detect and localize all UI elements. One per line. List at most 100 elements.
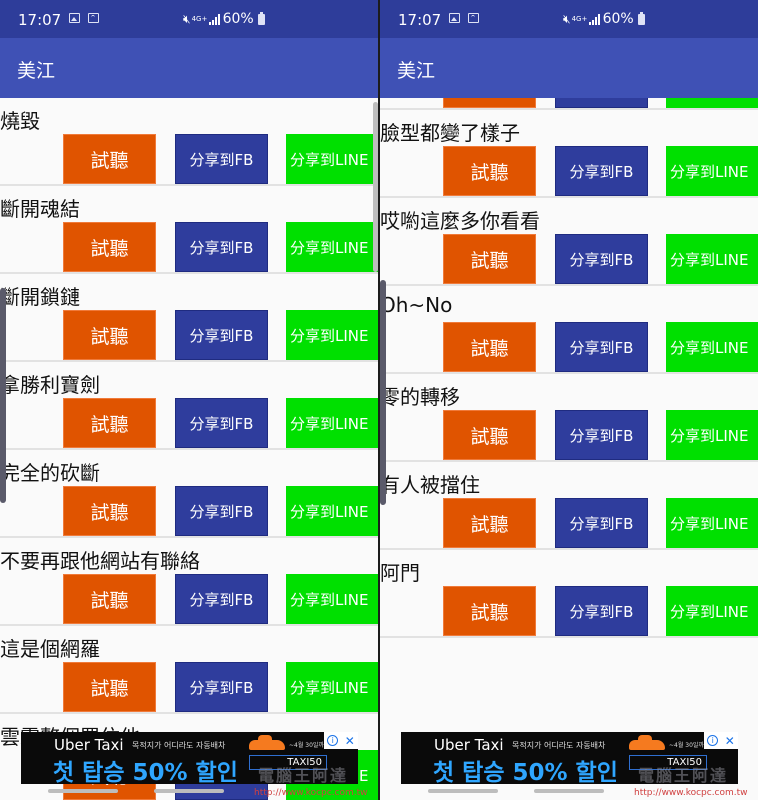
ad-headline: 첫 탑승 50% 할인 bbox=[433, 760, 618, 784]
sound-title: Oh~No bbox=[380, 293, 453, 317]
ad-info-icon[interactable]: i bbox=[707, 735, 719, 746]
share-line-button[interactable]: 分享到LINE bbox=[666, 410, 758, 460]
listen-button[interactable]: 試聽 bbox=[63, 574, 156, 624]
share-fb-button[interactable]: 分享到FB bbox=[175, 662, 268, 712]
list-item: 燒毀 試聽 分享到FB 分享到LINE bbox=[0, 98, 378, 186]
share-line-button[interactable]: 分享到LINE bbox=[666, 322, 758, 372]
share-fb-button[interactable]: 分享到FB bbox=[175, 574, 268, 624]
list-item: 斷開魂結 試聽 分享到FB 分享到LINE bbox=[0, 186, 378, 274]
share-line-button[interactable]: 分享到LINE bbox=[286, 310, 378, 360]
sound-list[interactable]: 雲霧整個罩住他試聽分享到FB分享到LINE臉型都變了樣子試聽分享到FB分享到LI… bbox=[380, 22, 758, 638]
app-title: 美江 bbox=[17, 60, 56, 82]
sound-title: 這是個網羅 bbox=[0, 637, 100, 661]
app-bar: 美江 bbox=[0, 38, 378, 98]
share-line-button[interactable]: 分享到LINE bbox=[286, 134, 378, 184]
share-fb-button[interactable]: 分享到FB bbox=[175, 486, 268, 536]
sound-title: 不要再跟他網站有聯絡 bbox=[0, 549, 200, 573]
listen-button[interactable]: 試聽 bbox=[63, 222, 156, 272]
scrollbar[interactable] bbox=[380, 280, 386, 505]
wifi-call-icon bbox=[468, 13, 479, 23]
4g-plus-icon: 4G+ bbox=[571, 14, 588, 23]
battery-icon bbox=[257, 11, 265, 25]
ad-close-icon[interactable]: ✕ bbox=[345, 735, 355, 747]
share-line-button[interactable]: 分享到LINE bbox=[286, 398, 378, 448]
watermark-logo: 電腦王阿達 bbox=[258, 766, 349, 785]
share-fb-button[interactable]: 分享到FB bbox=[555, 234, 648, 284]
scrollbar[interactable] bbox=[0, 288, 6, 503]
ad-subtitle: 목적지가 어디라도 자동배차 bbox=[512, 741, 606, 750]
ad-brand: Uber Taxi bbox=[54, 736, 124, 754]
list-item: 阿門 試聽 分享到FB 分享到LINE bbox=[380, 550, 758, 638]
share-line-button[interactable]: 分享到LINE bbox=[286, 574, 378, 624]
phone-screen-left: 17:07 🔇︎ 4G+ 60% 美江 燒毀 試聽 分享到FB 分享到LINE 斷開魂結… bbox=[0, 0, 378, 800]
share-fb-button[interactable]: 分享到FB bbox=[175, 134, 268, 184]
share-line-button[interactable]: 分享到LINE bbox=[666, 234, 758, 284]
share-line-button[interactable]: 分享到LINE bbox=[666, 146, 758, 196]
nav-gesture-hint bbox=[428, 789, 498, 793]
list-item: 不要再跟他網站有聯絡 試聽 分享到FB 分享到LINE bbox=[0, 538, 378, 626]
gallery-icon bbox=[449, 13, 460, 23]
share-fb-button[interactable]: 分享到FB bbox=[555, 410, 648, 460]
nav-gesture-hint bbox=[154, 789, 224, 793]
sound-title: 有人被擋住 bbox=[380, 473, 480, 497]
share-fb-button[interactable]: 分享到FB bbox=[175, 222, 268, 272]
share-line-button[interactable]: 分享到LINE bbox=[286, 662, 378, 712]
status-time: 17:07 bbox=[18, 11, 62, 29]
taxi-car-icon bbox=[249, 735, 285, 750]
share-line-button[interactable]: 分享到LINE bbox=[666, 586, 758, 636]
sound-title: 斷開鎖鏈 bbox=[0, 285, 80, 309]
list-item: 有人被擋住 試聽 分享到FB 分享到LINE bbox=[380, 462, 758, 550]
status-time: 17:07 bbox=[398, 11, 442, 29]
share-line-button[interactable]: 分享到LINE bbox=[666, 498, 758, 548]
list-item: 完全的砍斷 試聽 分享到FB 分享到LINE bbox=[0, 450, 378, 538]
share-line-button[interactable]: 分享到LINE bbox=[286, 486, 378, 536]
sound-title: 哎喲這麼多你看看 bbox=[380, 209, 540, 233]
ad-subtitle: 목적지가 어디라도 자동배차 bbox=[132, 741, 226, 750]
status-bar-overlay: 17:07 🔇︎ 4G+ 60% bbox=[380, 0, 758, 38]
gallery-icon bbox=[69, 13, 80, 23]
listen-button[interactable]: 試聽 bbox=[63, 134, 156, 184]
list-item: 斷開鎖鏈 試聽 分享到FB 分享到LINE bbox=[0, 274, 378, 362]
listen-button[interactable]: 試聽 bbox=[443, 498, 536, 548]
listen-button[interactable]: 試聽 bbox=[443, 322, 536, 372]
sound-list[interactable]: 燒毀 試聽 分享到FB 分享到LINE 斷開魂結 試聽 分享到FB 分享到LINE 斷開鎖鏈 試聽… bbox=[0, 98, 378, 800]
share-fb-button[interactable]: 分享到FB bbox=[555, 498, 648, 548]
sound-title: 臉型都變了樣子 bbox=[380, 121, 520, 145]
sound-title: 拿勝利寶劍 bbox=[0, 373, 100, 397]
mute-icon: 🔇︎ bbox=[183, 11, 190, 26]
listen-button[interactable]: 試聽 bbox=[63, 662, 156, 712]
share-fb-button[interactable]: 分享到FB bbox=[555, 322, 648, 372]
listen-button[interactable]: 試聽 bbox=[443, 146, 536, 196]
4g-plus-icon: 4G+ bbox=[191, 14, 208, 23]
ad-info-icon[interactable]: i bbox=[327, 735, 339, 746]
sound-title: 零的轉移 bbox=[380, 385, 460, 409]
battery-percent: 60% bbox=[222, 11, 254, 27]
share-fb-button[interactable]: 分享到FB bbox=[175, 310, 268, 360]
listen-button[interactable]: 試聽 bbox=[63, 398, 156, 448]
share-line-button[interactable]: 分享到LINE bbox=[286, 222, 378, 272]
share-fb-button[interactable]: 分享到FB bbox=[555, 146, 648, 196]
ad-headline: 첫 탑승 50% 할인 bbox=[53, 760, 238, 784]
sound-title: 斷開魂結 bbox=[0, 197, 80, 221]
ad-brand: Uber Taxi bbox=[434, 736, 504, 754]
wifi-call-icon bbox=[88, 13, 99, 23]
listen-button[interactable]: 試聽 bbox=[63, 310, 156, 360]
watermark-logo: 電腦王阿達 bbox=[638, 766, 729, 785]
nav-gesture-hint bbox=[48, 789, 118, 793]
listen-button[interactable]: 試聽 bbox=[443, 410, 536, 460]
list-item: 這是個網羅 試聽 分享到FB 分享到LINE bbox=[0, 626, 378, 714]
share-fb-button[interactable]: 分享到FB bbox=[175, 398, 268, 448]
app-bar: 美江 bbox=[380, 38, 758, 98]
ad-choices[interactable]: i ✕ bbox=[324, 732, 358, 749]
list-item: 拿勝利寶劍 試聽 分享到FB 分享到LINE bbox=[0, 362, 378, 450]
share-fb-button[interactable]: 分享到FB bbox=[555, 586, 648, 636]
listen-button[interactable]: 試聽 bbox=[443, 234, 536, 284]
ad-close-icon[interactable]: ✕ bbox=[725, 735, 735, 747]
sound-title: 燒毀 bbox=[0, 109, 40, 133]
taxi-car-icon bbox=[629, 735, 665, 750]
app-title: 美江 bbox=[397, 60, 436, 82]
listen-button[interactable]: 試聽 bbox=[63, 486, 156, 536]
listen-button[interactable]: 試聽 bbox=[443, 586, 536, 636]
ad-choices[interactable]: i ✕ bbox=[704, 732, 738, 749]
signal-icon bbox=[588, 13, 600, 25]
